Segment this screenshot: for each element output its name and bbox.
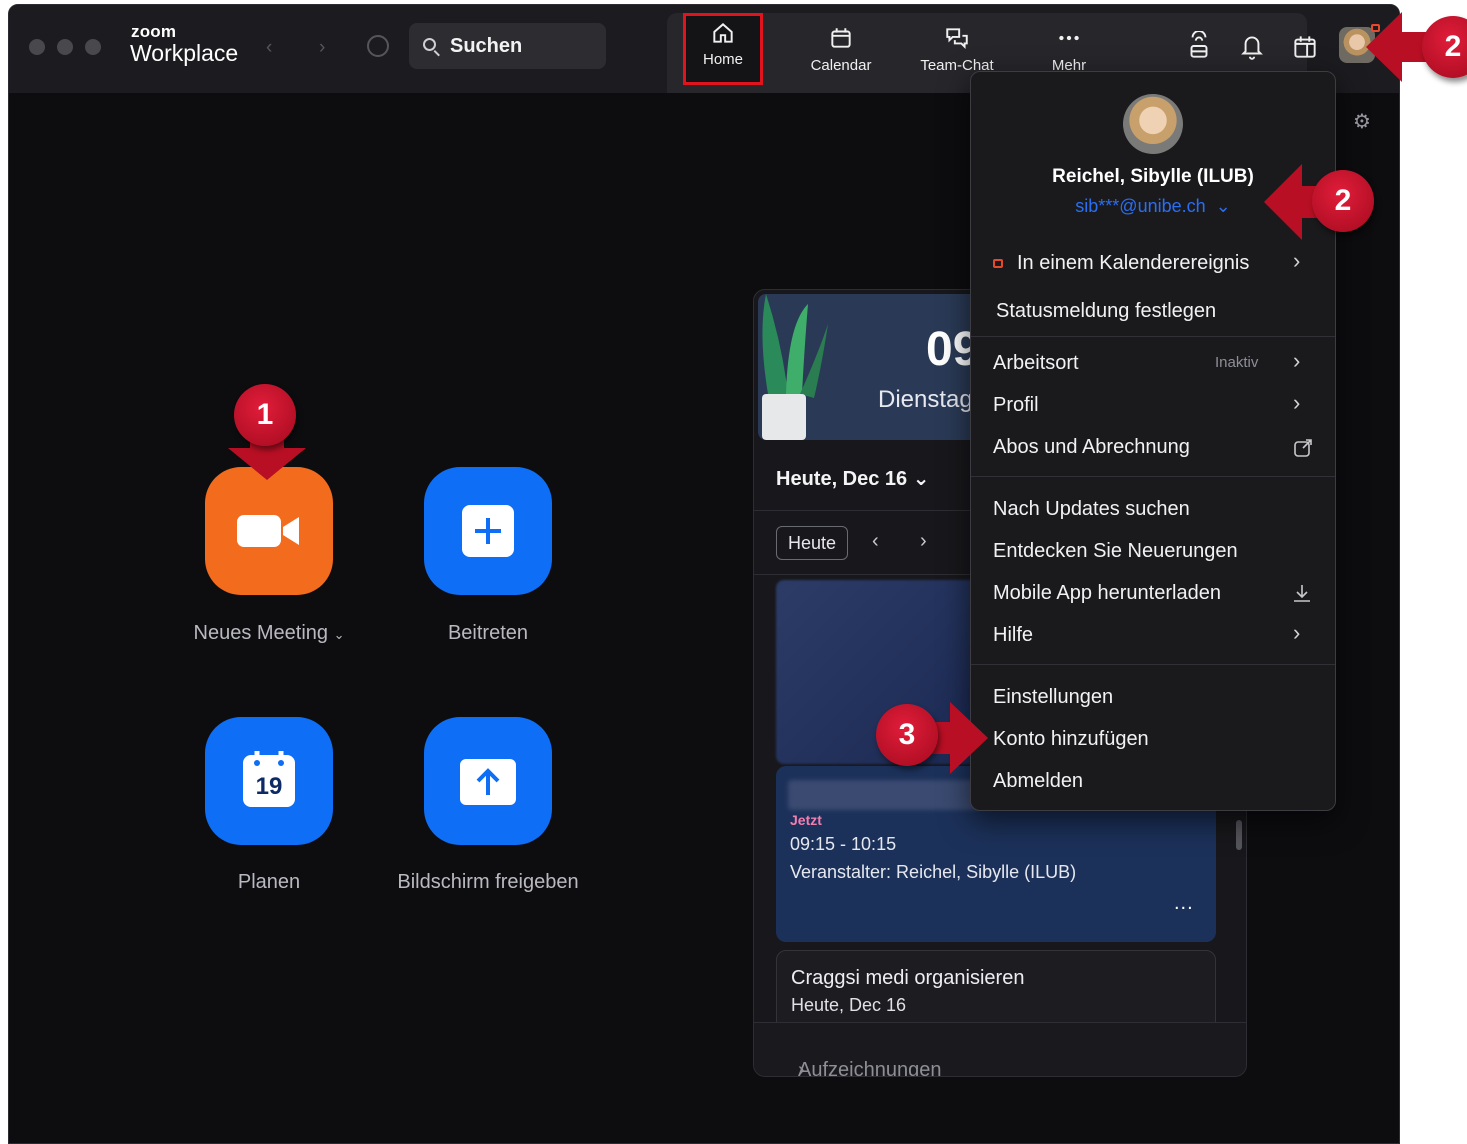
meeting-host: Veranstalter: Reichel, Sibylle (ILUB) [790, 862, 1077, 882]
schedule-day-number: 19 [255, 773, 283, 800]
maximize-window-button[interactable] [85, 39, 101, 55]
chevron-right-icon: › [798, 1059, 805, 1077]
search-box[interactable]: Suchen [409, 23, 606, 69]
bell-icon[interactable] [1239, 31, 1265, 61]
chevron-down-icon[interactable]: ⌄ [334, 627, 345, 642]
settings-gear-icon[interactable]: ⚙ [1353, 109, 1371, 134]
callout-number: 1 [234, 384, 296, 446]
meeting-title-blurred [788, 780, 978, 810]
menu-item-help[interactable]: Hilfe [993, 624, 1033, 647]
search-label: Suchen [450, 35, 523, 57]
current-weekday: Dienstag [878, 386, 973, 413]
chevron-right-icon: › [1293, 248, 1301, 273]
calendar-status-icon [993, 259, 1003, 268]
meeting-date: Heute, Dec 16 [791, 995, 907, 1015]
home-icon [713, 23, 733, 43]
brand-logo-small: zoom [131, 22, 177, 41]
meeting-now-label: Jetzt [790, 812, 822, 828]
close-window-button[interactable] [29, 39, 45, 55]
menu-item-settings[interactable]: Einstellungen [993, 686, 1113, 709]
brand-logo: Workplace [130, 40, 239, 66]
menu-item-calendar-event[interactable]: In einem Kalenderereignis [1017, 252, 1249, 275]
plus-icon [462, 505, 514, 557]
share-screen-label: Bildschirm freigeben [397, 871, 579, 893]
join-label: Beitreten [447, 622, 529, 644]
tab-home-label: Home [702, 51, 743, 68]
chevron-down-icon: ⌄ [912, 468, 930, 490]
chevron-down-icon: ⌄ [1215, 196, 1231, 216]
chat-icon [946, 28, 968, 50]
open-recordings-label: Aufzeichnungen öffnen [798, 1059, 942, 1077]
next-day-arrow-icon[interactable]: › [920, 530, 927, 553]
forward-arrow-icon[interactable]: › [319, 37, 325, 59]
previous-day-arrow-icon[interactable]: ‹ [872, 530, 879, 553]
tab-calendar[interactable]: Calendar [795, 21, 887, 89]
chevron-right-icon: › [1293, 348, 1301, 373]
calendar-scrollbar[interactable] [1236, 820, 1242, 850]
open-recordings-link[interactable]: Aufzeichnungen öffnen › [754, 1022, 1246, 1077]
chevron-right-icon: › [1293, 390, 1301, 415]
share-upload-icon [460, 759, 516, 805]
meeting-time: 09:15 - 10:15 [790, 834, 897, 854]
callout-number: 3 [876, 704, 938, 766]
date-selector[interactable]: Heute, Dec 16 ⌄ [776, 466, 930, 491]
zoom-window: zoom Workplace ‹ › Suchen Home Calendar … [8, 4, 1400, 1144]
plant-illustration [762, 294, 828, 440]
history-icon[interactable] [367, 35, 389, 57]
download-icon [1294, 585, 1310, 602]
tab-calendar-label: Calendar [810, 57, 872, 74]
profile-avatar [1123, 94, 1183, 154]
calendar-panel-icon[interactable] [1292, 31, 1318, 61]
calendar-icon [831, 28, 851, 48]
menu-separator [971, 336, 1335, 337]
more-icon [1059, 35, 1079, 41]
menu-item-subscriptions[interactable]: Abos und Abrechnung [993, 436, 1190, 459]
external-link-icon [1294, 439, 1312, 457]
callout-number: 2 [1312, 170, 1374, 232]
back-arrow-icon[interactable]: ‹ [266, 37, 272, 59]
tab-home[interactable]: Home [683, 13, 763, 85]
meeting-title: Craggsi medi organisieren [791, 967, 1025, 989]
workspace-icon[interactable] [1186, 31, 1212, 61]
video-camera-icon [237, 515, 299, 547]
minimize-window-button[interactable] [57, 39, 73, 55]
meeting-more-button[interactable]: ... [1174, 892, 1194, 915]
chevron-right-icon: › [1293, 620, 1301, 645]
menu-item-work-location[interactable]: Arbeitsort [993, 352, 1079, 375]
menu-item-add-account[interactable]: Konto hinzufügen [993, 728, 1149, 751]
menu-item-profile[interactable]: Profil [993, 394, 1039, 417]
menu-item-whats-new[interactable]: Entdecken Sie Neuerungen [993, 540, 1238, 563]
today-button[interactable]: Heute [776, 526, 848, 560]
schedule-button[interactable]: 19 [205, 717, 333, 845]
menu-item-check-updates[interactable]: Nach Updates suchen [993, 498, 1190, 521]
share-screen-button[interactable] [424, 717, 552, 845]
new-meeting-button[interactable] [205, 467, 333, 595]
search-icon [423, 38, 436, 51]
menu-separator [971, 664, 1335, 665]
menu-item-sign-out[interactable]: Abmelden [993, 770, 1083, 793]
join-button[interactable] [424, 467, 552, 595]
work-location-status: Inaktiv [1215, 354, 1259, 371]
menu-separator [971, 476, 1335, 477]
menu-item-set-status[interactable]: Statusmeldung festlegen [996, 300, 1216, 323]
menu-item-mobile-app[interactable]: Mobile App herunterladen [993, 582, 1221, 605]
